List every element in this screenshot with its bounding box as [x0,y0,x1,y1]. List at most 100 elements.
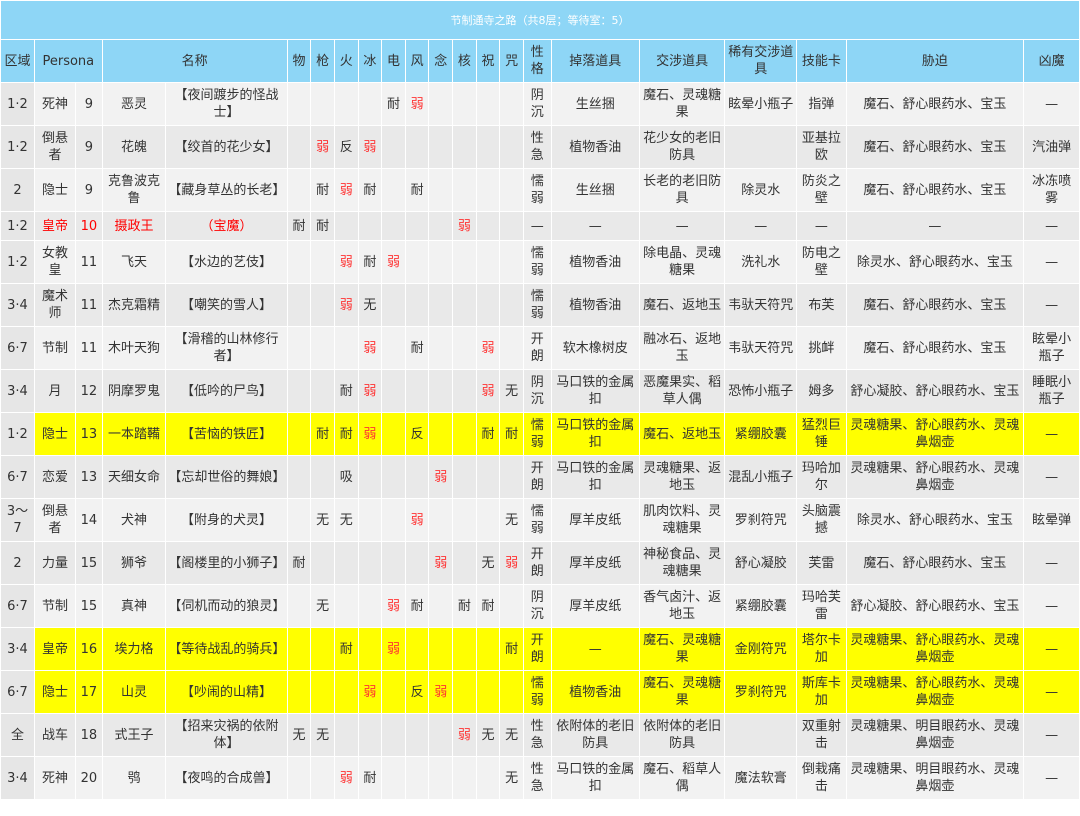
res-elec-cell: 弱 [381,584,406,628]
col-header: 掉落道具 [550,39,640,83]
res-ice-cell: 弱 [357,412,383,456]
demon-cell: — [1023,82,1080,126]
res-elec-cell [381,211,406,241]
arcana-cell: 节制 [33,584,77,628]
zone-cell: 1·2 [0,82,35,126]
nego-cell: 魔石、返地玉 [638,283,726,327]
res-curse-cell: 无 [499,756,524,800]
res-bless-cell [475,283,501,327]
res-nuke-cell [452,756,477,800]
res-nuke-cell [452,627,477,671]
persona-cell: 鸮 [101,756,167,800]
table-row: 6·7 节制 15 真神 【伺机而动的狼灵】无弱耐耐耐阴沉 厚羊皮纸 香气卤汁、返地玉 紧绷胶… [0,584,1080,628]
zone-cell: 2 [0,168,35,212]
demon-cell: — [1023,670,1080,714]
res-gun-cell: 耐 [310,168,335,212]
res-gun-cell: 无 [310,498,335,542]
res-elec-cell [381,756,406,800]
demon-cell: — [1023,756,1080,800]
res-curse-cell: 无 [499,369,524,413]
alias-cell: 【伺机而动的狼灵】 [165,584,288,628]
res-psy-cell [428,326,454,370]
persona-cell: 摄政王 [101,211,167,241]
col-header: 枪 [310,39,335,83]
res-nuke-cell [452,168,477,212]
arcana-cell: 战车 [33,713,77,757]
drop-cell: 生丝捆 [550,82,640,126]
persona-cell: 犬神 [101,498,167,542]
drop-cell: 植物香油 [550,283,640,327]
arcana-cell: 隐士 [33,670,77,714]
nego-cell: 恶魔果实、稻草人偶 [638,369,726,413]
skill-card-cell: 猛烈巨锤 [796,412,847,456]
res-curse-cell [499,326,524,370]
res-elec-cell [381,168,406,212]
threat-cell: 魔石、舒心眼药水、宝玉 [845,168,1025,212]
res-bless-cell [475,168,501,212]
res-wind-cell [404,541,430,585]
res-bless-cell: 弱 [475,369,501,413]
rare-cell [724,125,798,169]
res-curse-cell: 耐 [499,412,524,456]
res-ice-cell: 耐 [357,756,383,800]
res-phys-cell: 耐 [286,211,312,241]
res-nuke-cell [452,240,477,284]
res-phys-cell [286,584,312,628]
res-gun-cell [310,240,335,284]
nature-cell: 开朗 [522,326,552,370]
threat-cell: — [845,211,1025,241]
table-row: 3·4 魔术师 11 杰克霜精 【嘲笑的雪人】 弱无 懦弱 植物香油 魔石、返地玉 韦驮天符咒 布芙… [0,283,1080,327]
res-fire-cell [333,541,359,585]
arcana-cell: 死神 [33,82,77,126]
res-gun-cell [310,455,335,499]
drop-cell: 软木橡树皮 [550,326,640,370]
res-bless-cell [475,455,501,499]
persona-cell: 山灵 [101,670,167,714]
res-bless-cell [475,211,501,241]
alias-cell: （宝魔） [165,211,288,241]
col-header: 电 [381,39,406,83]
nego-cell: 香气卤汁、返地玉 [638,584,726,628]
rare-cell: 恐怖小瓶子 [724,369,798,413]
nego-cell: 融冰石、返地玉 [638,326,726,370]
zone-cell: 6·7 [0,326,35,370]
res-elec-cell [381,326,406,370]
table-row: 6·7 隐士 17 山灵 【吵闹的山精】 弱反弱 懦弱 植物香油 魔石、灵魂糖果 罗刹符咒 斯库卡加… [0,670,1080,714]
demon-cell: 眩晕弹 [1023,498,1080,542]
threat-cell: 魔石、舒心眼药水、宝玉 [845,326,1025,370]
res-curse-cell [499,240,524,284]
res-elec-cell [381,412,406,456]
res-gun-cell [310,541,335,585]
res-phys-cell [286,412,312,456]
skill-card-cell: 双重射击 [796,713,847,757]
col-header: 稀有交涉道具 [724,39,798,83]
drop-cell: 马口铁的金属扣 [550,369,640,413]
level-cell: 20 [75,756,103,800]
arcana-cell: 力量 [33,541,77,585]
nego-cell: 除电晶、灵魂糖果 [638,240,726,284]
res-fire-cell [333,326,359,370]
res-nuke-cell: 耐 [452,584,477,628]
threat-cell: 灵魂糖果、舒心眼药水、灵魂鼻烟壶 [845,455,1025,499]
nature-cell: 阴沉 [522,369,552,413]
nego-cell: 灵魂糖果、返地玉 [638,455,726,499]
res-phys-cell [286,627,312,671]
arcana-cell: 皇帝 [33,627,77,671]
rare-cell: 罗刹符咒 [724,670,798,714]
persona-cell: 木叶天狗 [101,326,167,370]
res-phys-cell [286,125,312,169]
skill-card-cell: 防电之壁 [796,240,847,284]
level-cell: 9 [75,125,103,169]
res-psy-cell [428,584,454,628]
col-header: 核 [452,39,477,83]
res-curse-cell [499,168,524,212]
arcana-cell: 皇帝 [33,211,77,241]
res-wind-cell [404,713,430,757]
res-wind-cell: 耐 [404,584,430,628]
page: 节制通寺之路（共8层；等待室：5） 区域 Persona 名称 物 枪 火 冰 … [0,0,1080,800]
alias-cell: 【招来灾祸的依附体】 [165,713,288,757]
skill-card-cell: 倒栽痛击 [796,756,847,800]
res-bless-cell: 弱 [475,326,501,370]
table-row: 1·2 皇帝 10 摄政王 （宝魔）耐耐弱 — — — — — — — [0,211,1080,241]
nego-cell: 魔石、灵魂糖果 [638,670,726,714]
